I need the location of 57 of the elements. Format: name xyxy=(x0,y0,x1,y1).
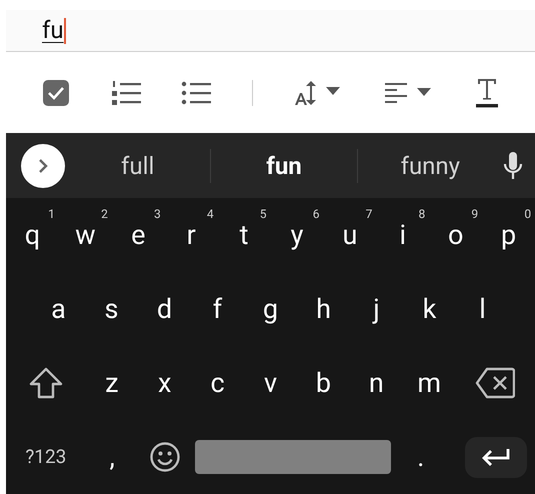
key[interactable]: v xyxy=(244,346,297,420)
enter-key[interactable] xyxy=(465,436,527,478)
key-hint: 7 xyxy=(366,208,372,220)
key[interactable]: r 4 xyxy=(164,198,218,272)
key[interactable]: g xyxy=(244,272,297,346)
text-style-icon[interactable] xyxy=(474,76,499,108)
key[interactable]: z xyxy=(85,346,138,420)
key-hint: 9 xyxy=(471,208,478,220)
key[interactable]: u 7 xyxy=(323,198,376,272)
chevron-right-icon xyxy=(38,158,48,174)
key[interactable]: q 1 xyxy=(6,198,59,272)
key-hint: 3 xyxy=(154,208,161,220)
key[interactable]: o 9 xyxy=(429,198,482,272)
symbols-key[interactable]: ?123 xyxy=(6,420,86,494)
key[interactable]: x xyxy=(138,346,192,420)
key[interactable]: c xyxy=(191,346,244,420)
key[interactable]: k xyxy=(403,272,456,346)
key[interactable]: e 3 xyxy=(112,198,165,272)
key-hint: 0 xyxy=(524,208,532,220)
checkbox-icon[interactable] xyxy=(42,78,70,106)
expand-button[interactable] xyxy=(21,144,65,188)
enter-icon xyxy=(481,447,511,467)
key[interactable]: a xyxy=(32,272,85,346)
key[interactable]: , xyxy=(86,420,139,494)
key[interactable]: t 5 xyxy=(218,198,271,272)
key[interactable]: y 6 xyxy=(270,198,324,272)
key[interactable]: m xyxy=(402,346,456,420)
key[interactable]: p 0 xyxy=(482,198,535,272)
key-hint: 6 xyxy=(312,208,320,220)
bulleted-list-icon[interactable] xyxy=(181,80,212,106)
suggestion[interactable]: full xyxy=(121,148,154,184)
key[interactable]: h xyxy=(297,272,350,346)
text-field[interactable]: fu xyxy=(6,10,535,52)
field-text: fu xyxy=(42,18,64,44)
key-hint: 4 xyxy=(206,208,214,220)
suggestion[interactable]: funny xyxy=(400,148,460,184)
numbered-list-icon[interactable] xyxy=(110,80,141,106)
key-hint: 8 xyxy=(418,208,426,220)
key[interactable]: i 8 xyxy=(376,198,430,272)
key[interactable]: s xyxy=(85,272,138,346)
smiley-icon xyxy=(149,441,182,473)
key[interactable]: b xyxy=(296,346,350,420)
key-hint: 2 xyxy=(101,208,108,220)
microphone-icon[interactable] xyxy=(503,150,523,180)
key[interactable]: l xyxy=(456,272,509,346)
suggestion[interactable]: fun xyxy=(266,148,302,184)
key[interactable]: d xyxy=(138,272,191,346)
key[interactable]: j xyxy=(350,272,403,346)
shift-icon xyxy=(28,367,64,399)
text-cursor xyxy=(64,18,66,44)
key-hint: 1 xyxy=(48,208,55,220)
key[interactable]: n xyxy=(350,346,403,420)
key[interactable]: w 2 xyxy=(58,198,112,272)
key-hint: 5 xyxy=(260,208,267,220)
key[interactable]: . xyxy=(394,420,448,494)
key[interactable]: f xyxy=(191,272,244,346)
backspace-icon xyxy=(475,367,516,399)
